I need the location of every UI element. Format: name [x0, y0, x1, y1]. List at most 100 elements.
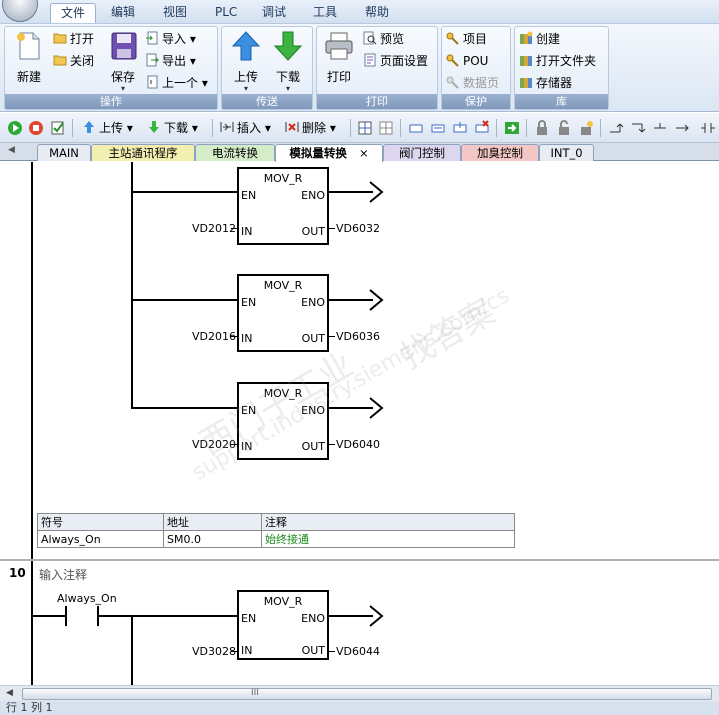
- toolbar-download-button[interactable]: 下载 ▾: [147, 119, 198, 137]
- network-icon[interactable]: [357, 119, 373, 137]
- contact-icon[interactable]: [700, 119, 716, 137]
- in-operand[interactable]: VD2012: [192, 222, 236, 235]
- out-operand[interactable]: VD6036: [336, 330, 380, 343]
- box-icon[interactable]: [408, 119, 424, 137]
- preview-button[interactable]: 预览: [363, 29, 404, 49]
- scroll-thumb[interactable]: III: [22, 688, 712, 700]
- tab-analog-convert[interactable]: 模拟量转换 ×: [275, 144, 383, 162]
- tab-odorizing-control[interactable]: 加臭控制: [461, 144, 539, 161]
- protect-project-button[interactable]: 项目: [446, 29, 487, 49]
- group-protect: 项目 POU 数据页 保护: [441, 26, 511, 110]
- coil-arrow-icon: [369, 397, 384, 419]
- print-button[interactable]: 打印: [319, 31, 359, 91]
- previous-button[interactable]: 上一个 ▾: [145, 73, 208, 93]
- pin-eno: ENO: [301, 189, 325, 202]
- lock-icon[interactable]: [534, 119, 550, 137]
- download-caret-icon: ▾: [285, 84, 290, 93]
- menu-debug[interactable]: 调试: [252, 3, 296, 23]
- import-button[interactable]: 导入 ▾: [145, 29, 196, 49]
- new-button[interactable]: 新建: [9, 31, 49, 91]
- delete-icon: [285, 122, 299, 132]
- download-button[interactable]: 下载 ▾: [268, 31, 308, 93]
- network-number[interactable]: 10: [9, 566, 26, 580]
- network-comment[interactable]: 输入注释: [39, 566, 87, 583]
- go-icon[interactable]: [504, 119, 520, 137]
- mov-r-block[interactable]: MOV_R EN ENO IN OUT: [237, 274, 329, 352]
- back-icon[interactable]: [430, 119, 446, 137]
- mov-r-block[interactable]: MOV_R EN ENO IN OUT: [237, 382, 329, 460]
- library-memory-button[interactable]: 存储器: [519, 73, 572, 93]
- library-create-button[interactable]: 创建: [519, 29, 560, 49]
- in-operand[interactable]: VD2016: [192, 330, 236, 343]
- forward-icon[interactable]: [452, 119, 468, 137]
- save-button[interactable]: 保存 ▾: [103, 31, 143, 93]
- previous-icon: [147, 75, 158, 89]
- branch-up-icon[interactable]: [608, 119, 624, 137]
- toolbar-upload-button[interactable]: 上传 ▾: [82, 119, 133, 137]
- page-setup-button[interactable]: 页面设置: [363, 51, 428, 71]
- application-button[interactable]: [2, 0, 38, 22]
- out-operand[interactable]: VD6040: [336, 438, 380, 451]
- tab-current-convert[interactable]: 电流转换: [195, 144, 275, 161]
- ladder-editor[interactable]: MOV_R EN ENO IN OUT VD2012 VD6032 MOV_R …: [0, 162, 719, 685]
- horizontal-scrollbar[interactable]: ◀ III: [0, 685, 719, 701]
- pin-out: OUT: [301, 644, 325, 657]
- watermark-text: 找答案: [393, 291, 502, 378]
- comment-cell: 始终接通: [261, 530, 515, 548]
- folder-open-icon: [53, 33, 67, 44]
- menu-plc[interactable]: PLC: [205, 3, 247, 23]
- mov-r-block[interactable]: MOV_R EN ENO IN OUT: [237, 167, 329, 245]
- tab-master-comm[interactable]: 主站通讯程序: [91, 144, 195, 161]
- toolbar-delete-button[interactable]: 删除 ▾: [285, 119, 336, 137]
- line-right-icon[interactable]: [674, 119, 690, 137]
- contact-left-bar[interactable]: [65, 606, 67, 626]
- lock-add-icon[interactable]: [578, 119, 594, 137]
- network-disabled-icon[interactable]: [378, 119, 394, 137]
- coil-arrow-icon: [369, 181, 384, 203]
- tab-main[interactable]: MAIN: [37, 144, 91, 161]
- toolbar-separator: [72, 119, 73, 137]
- toolbar-separator: [212, 119, 213, 137]
- out-operand[interactable]: VD6044: [336, 645, 380, 658]
- upload-button[interactable]: 上传 ▾: [226, 31, 266, 93]
- close-button[interactable]: 关闭: [53, 51, 94, 71]
- remove-box-icon[interactable]: [474, 119, 490, 137]
- menu-help[interactable]: 帮助: [355, 3, 399, 23]
- in-wire: [231, 651, 237, 652]
- in-operand[interactable]: VD2020: [192, 438, 236, 451]
- run-icon[interactable]: [7, 119, 23, 137]
- folder-close-icon: [53, 55, 67, 66]
- menu-file[interactable]: 文件: [50, 3, 97, 23]
- download-arrow-icon: [273, 31, 303, 61]
- toolbar-insert-button[interactable]: 插入 ▾: [220, 119, 271, 137]
- out-operand[interactable]: VD6032: [336, 222, 380, 235]
- library-open-folder-button[interactable]: 打开文件夹: [519, 51, 596, 71]
- tab-scroll-left-icon[interactable]: ◀: [8, 145, 15, 155]
- comment-header: 注释: [261, 513, 515, 531]
- compile-icon[interactable]: [50, 119, 66, 137]
- branch-down-icon[interactable]: [630, 119, 646, 137]
- eno-wire: [329, 407, 373, 409]
- line-up-icon[interactable]: [652, 119, 668, 137]
- scroll-grip: III: [251, 688, 259, 698]
- en-wire: [99, 615, 237, 617]
- tab-close-icon[interactable]: ×: [359, 146, 369, 160]
- stop-icon[interactable]: [28, 119, 44, 137]
- group-transfer-label: 传送: [222, 94, 312, 109]
- mov-r-block[interactable]: MOV_R EN ENO IN OUT: [237, 590, 329, 660]
- tab-int0[interactable]: INT_0: [539, 144, 594, 161]
- pin-in: IN: [241, 225, 253, 238]
- menu-tools[interactable]: 工具: [303, 3, 347, 23]
- scroll-left-icon[interactable]: ◀: [6, 688, 13, 698]
- symbol-table: 符号 地址 注释 Always_On SM0.0 始终接通: [37, 513, 515, 548]
- protect-pou-button[interactable]: POU: [446, 51, 488, 71]
- menu-edit[interactable]: 编辑: [101, 3, 145, 23]
- export-button[interactable]: 导出 ▾: [145, 51, 196, 71]
- menu-view[interactable]: 视图: [153, 3, 197, 23]
- group-library: 创建 打开文件夹 存储器 库: [514, 26, 609, 110]
- open-button[interactable]: 打开: [53, 29, 94, 49]
- unlock-icon[interactable]: [556, 119, 572, 137]
- tab-valve-control[interactable]: 阀门控制: [383, 144, 461, 161]
- protect-data-page-button[interactable]: 数据页: [446, 73, 499, 93]
- in-operand[interactable]: VD3028: [192, 645, 236, 658]
